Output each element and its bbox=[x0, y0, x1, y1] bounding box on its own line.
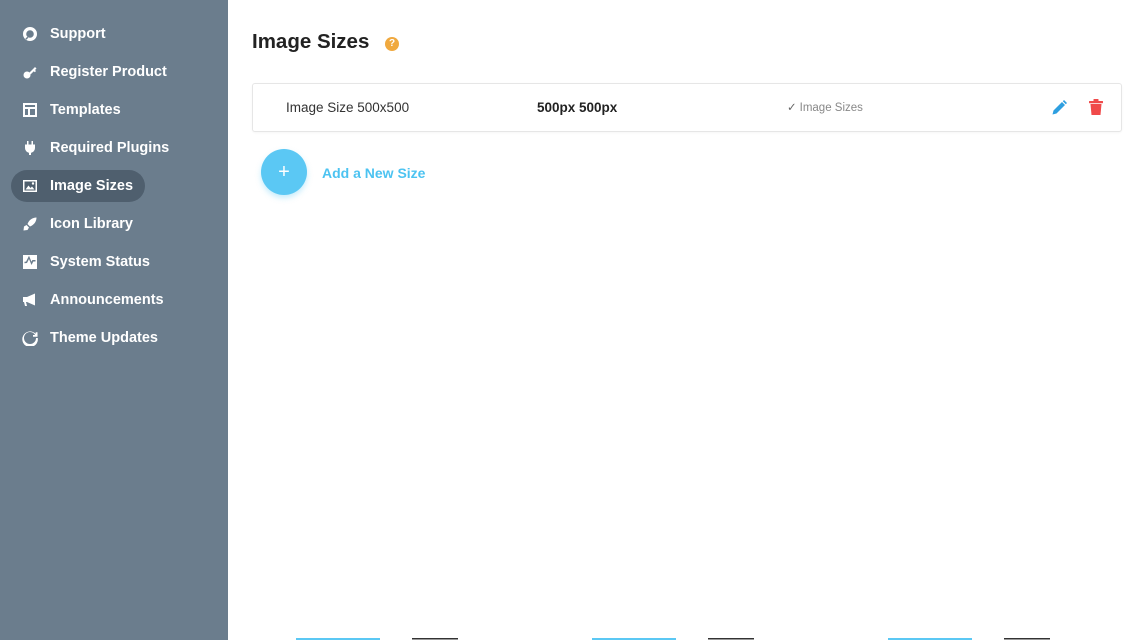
size-dimensions: 500px 500px bbox=[537, 100, 618, 115]
rocket-icon bbox=[22, 216, 38, 232]
megaphone-icon bbox=[22, 292, 38, 308]
plug-icon bbox=[22, 140, 38, 156]
sidebar-item-label: System Status bbox=[50, 254, 150, 270]
layout-icon bbox=[22, 102, 38, 118]
activity-icon bbox=[22, 254, 38, 270]
sidebar-item-label: Announcements bbox=[50, 292, 164, 308]
sidebar-item-support[interactable]: Support bbox=[11, 18, 211, 50]
sidebar-item-system-status[interactable]: System Status bbox=[11, 246, 211, 278]
size-status-label: Image Sizes bbox=[799, 102, 863, 114]
sidebar-item-templates[interactable]: Templates bbox=[11, 94, 211, 126]
key-icon bbox=[22, 64, 38, 80]
bottom-strip bbox=[296, 638, 1050, 640]
sidebar-item-label: Register Product bbox=[50, 64, 167, 80]
check-icon: ✓ bbox=[787, 102, 797, 114]
sidebar-item-label: Support bbox=[50, 26, 106, 42]
delete-button[interactable] bbox=[1087, 98, 1105, 116]
sidebar: Support Register Product Templates Requi… bbox=[0, 0, 228, 640]
sidebar-item-theme-updates[interactable]: Theme Updates bbox=[11, 322, 211, 354]
lifebuoy-icon bbox=[22, 26, 38, 42]
sidebar-item-register-product[interactable]: Register Product bbox=[11, 56, 211, 88]
main-content: Image Sizes ? Image Size 500x500 500px 5… bbox=[228, 0, 1140, 640]
sidebar-item-icon-library[interactable]: Icon Library bbox=[11, 208, 211, 240]
plus-icon: + bbox=[278, 161, 290, 183]
sidebar-item-announcements[interactable]: Announcements bbox=[11, 284, 211, 316]
edit-button[interactable] bbox=[1050, 99, 1068, 117]
trash-icon bbox=[1089, 99, 1103, 115]
refresh-icon bbox=[22, 330, 38, 346]
sidebar-item-label: Templates bbox=[50, 102, 121, 118]
add-size-link[interactable]: Add a New Size bbox=[322, 165, 425, 181]
page-title: Image Sizes bbox=[252, 30, 370, 53]
sidebar-item-required-plugins[interactable]: Required Plugins bbox=[11, 132, 211, 164]
size-status: ✓ Image Sizes bbox=[787, 100, 863, 114]
list-item: Image Size 500x500 500px 500px ✓ Image Si… bbox=[252, 83, 1122, 132]
add-size-button[interactable]: + bbox=[261, 149, 307, 195]
sidebar-item-label: Theme Updates bbox=[50, 330, 158, 346]
image-icon bbox=[22, 178, 38, 194]
sidebar-item-label: Required Plugins bbox=[50, 140, 170, 156]
size-name: Image Size 500x500 bbox=[286, 100, 410, 115]
sidebar-item-label: Icon Library bbox=[50, 216, 133, 232]
sidebar-item-label: Image Sizes bbox=[50, 178, 134, 194]
pencil-icon bbox=[1052, 100, 1067, 115]
help-icon[interactable]: ? bbox=[385, 37, 399, 51]
sidebar-item-image-sizes[interactable]: Image Sizes bbox=[11, 170, 145, 202]
